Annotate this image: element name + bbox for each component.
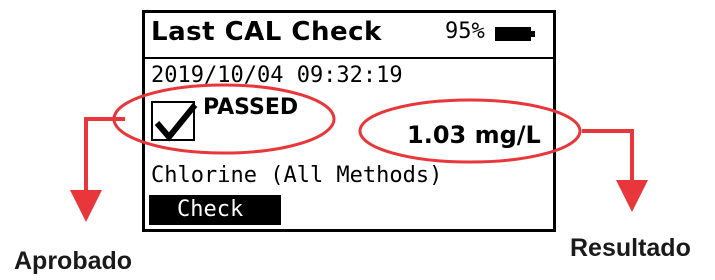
result-highlight-ellipse — [358, 98, 582, 164]
aprobado-label: Aprobado — [14, 247, 133, 275]
passed-callout-arrow — [70, 117, 125, 222]
resultado-label: Resultado — [570, 234, 691, 262]
passed-highlight-ellipse — [112, 83, 336, 155]
result-callout-arrow — [582, 129, 648, 212]
